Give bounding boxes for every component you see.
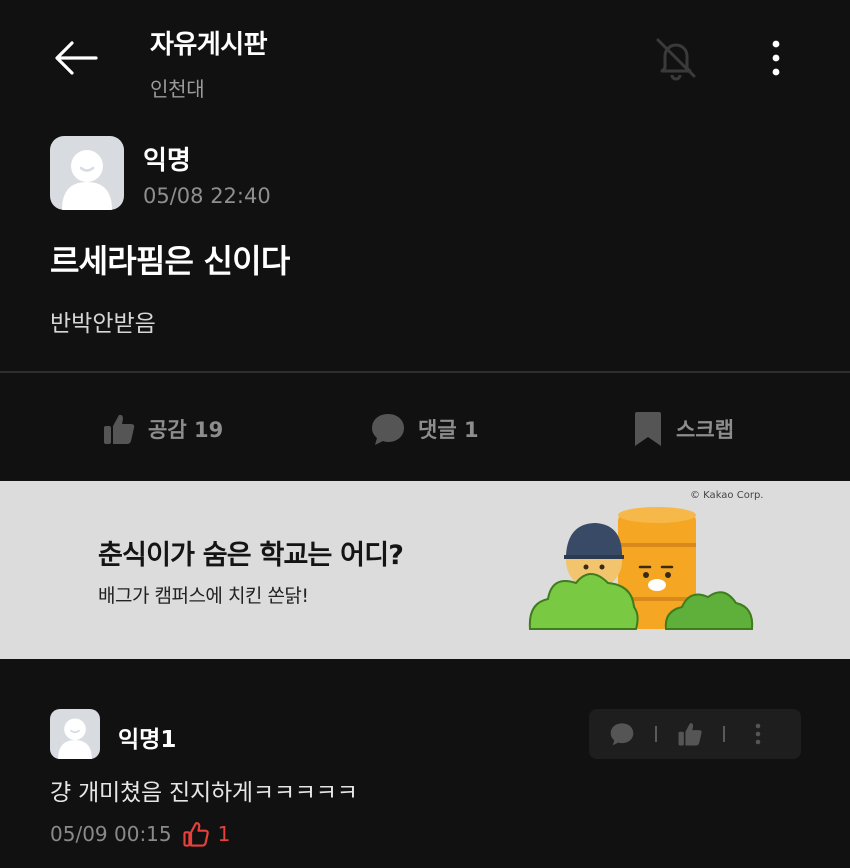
post-actions: 공감 19 댓글 1 스크랩 bbox=[0, 400, 850, 458]
more-vertical-icon bbox=[755, 723, 761, 745]
post-author: 익명 bbox=[143, 146, 191, 176]
comment-date: 05/09 00:15 bbox=[50, 822, 172, 846]
anonymous-avatar-icon bbox=[62, 150, 112, 210]
ad-subheading: 배그가 캠퍼스에 치킨 쏜닭! bbox=[98, 585, 309, 607]
more-vertical-icon bbox=[772, 40, 780, 76]
speech-bubble-icon bbox=[610, 723, 634, 746]
post-date: 05/08 22:40 bbox=[143, 184, 271, 208]
scrap-button[interactable]: 스크랩 bbox=[632, 400, 734, 458]
comment-button[interactable]: 댓글 1 bbox=[370, 400, 479, 458]
comment-author: 익명1 bbox=[118, 727, 177, 753]
like-label: 공감 19 bbox=[148, 418, 224, 442]
top-bar: 자유게시판 인천대 bbox=[0, 0, 850, 110]
divider bbox=[0, 371, 850, 373]
notification-off-button[interactable] bbox=[648, 30, 704, 86]
board-subtitle: 인천대 bbox=[150, 77, 205, 101]
bell-off-icon bbox=[656, 38, 696, 81]
comment-like-count: 1 bbox=[217, 822, 231, 846]
more-options-button[interactable] bbox=[752, 30, 800, 86]
comment-text: 걍 개미쳤음 진지하게ㅋㅋㅋㅋㅋ bbox=[50, 780, 358, 806]
ad-heading: 춘식이가 숨은 학교는 어디? bbox=[98, 540, 404, 571]
comment-avatar bbox=[50, 709, 100, 759]
ad-copyright: © Kakao Corp. bbox=[690, 490, 764, 501]
bookmark-icon bbox=[635, 412, 661, 446]
comment-likes: 1 bbox=[182, 820, 231, 848]
author-avatar bbox=[50, 136, 124, 210]
ad-character-illustration bbox=[528, 507, 754, 630]
comment-like-button[interactable] bbox=[657, 709, 723, 759]
post-body: 반박안받음 bbox=[50, 311, 156, 337]
back-arrow-icon bbox=[55, 41, 98, 75]
comment-reply-button[interactable] bbox=[589, 709, 655, 759]
back-button[interactable] bbox=[48, 30, 104, 86]
board-header: 자유게시판 인천대 bbox=[150, 24, 268, 102]
speech-bubble-icon bbox=[372, 414, 404, 445]
like-button[interactable]: 공감 19 bbox=[102, 400, 223, 458]
post-title: 르세라핌은 신이다 bbox=[50, 242, 290, 280]
thumbs-up-icon bbox=[678, 723, 702, 746]
ad-banner[interactable]: © Kakao Corp. 춘식이가 숨은 학교는 어디? 배그가 캠퍼스에 치… bbox=[0, 481, 850, 659]
comment-meta: 05/09 00:15 1 bbox=[50, 820, 230, 848]
scrap-label: 스크랩 bbox=[676, 418, 734, 442]
comment-action-bar bbox=[589, 709, 801, 759]
thumbs-up-icon bbox=[104, 414, 135, 444]
comment-label: 댓글 1 bbox=[418, 418, 479, 442]
board-title: 자유게시판 bbox=[150, 30, 268, 60]
anonymous-avatar-icon bbox=[58, 718, 92, 759]
comment-more-button[interactable] bbox=[725, 709, 791, 759]
thumbs-up-outline-icon bbox=[183, 822, 209, 847]
